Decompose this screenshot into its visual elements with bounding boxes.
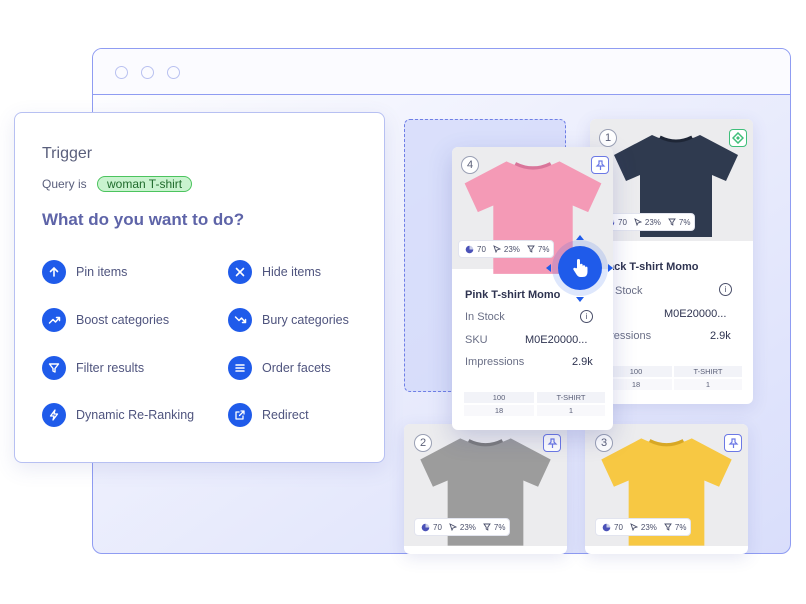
position-badge: 2 bbox=[414, 434, 432, 452]
lightning-icon bbox=[42, 403, 66, 427]
sku-value: M0E20000... bbox=[525, 334, 588, 346]
funnel-icon bbox=[668, 218, 676, 226]
info-icon[interactable]: i bbox=[719, 283, 732, 296]
filter-stat: 7% bbox=[537, 244, 550, 254]
product-card-3[interactable]: 3 70 23% 7% bbox=[585, 424, 748, 554]
sku-label: SKU bbox=[465, 334, 488, 346]
impressions-label: Impressions bbox=[465, 356, 525, 368]
views-stat: 70 bbox=[614, 522, 623, 532]
table-cell: 1 bbox=[674, 379, 742, 390]
cursor-icon bbox=[493, 245, 501, 253]
arrow-down-indicator bbox=[576, 297, 584, 302]
table-cell: T-SHIRT bbox=[537, 392, 605, 403]
action-dynamic-re-ranking[interactable]: Dynamic Re-Ranking bbox=[42, 403, 194, 427]
action-label: Order facets bbox=[262, 361, 331, 375]
views-stat: 70 bbox=[618, 217, 627, 227]
cursor-icon bbox=[630, 523, 638, 531]
views-stat: 70 bbox=[433, 522, 442, 532]
filter-stat: 7% bbox=[674, 522, 687, 532]
clicks-stat: 23% bbox=[644, 217, 661, 227]
arrow-up-indicator bbox=[576, 235, 584, 240]
table-cell: T-SHIRT bbox=[674, 366, 742, 377]
action-boost-categories[interactable]: Boost categories bbox=[42, 308, 169, 332]
product-stats: 70 23% 7% bbox=[599, 213, 695, 231]
funnel-icon bbox=[483, 523, 491, 531]
window-titlebar bbox=[93, 49, 790, 95]
views-stat: 70 bbox=[477, 244, 486, 254]
table-cell: 100 bbox=[464, 392, 534, 403]
funnel-icon bbox=[664, 523, 672, 531]
table-cell: 18 bbox=[464, 405, 534, 416]
list-icon bbox=[228, 356, 252, 380]
pie-chart-icon bbox=[421, 523, 430, 531]
stock-status: In Stock bbox=[465, 311, 505, 323]
trigger-panel: Trigger Query is woman T-shirt What do y… bbox=[14, 112, 385, 463]
product-name: Pink T-shirt Momo bbox=[465, 289, 561, 301]
product-card-1[interactable]: 1 70 23% 7% ack T-shirt Momo Stock M0E20… bbox=[590, 119, 753, 404]
action-pin-items[interactable]: Pin items bbox=[42, 260, 127, 284]
panel-heading: Trigger bbox=[42, 145, 93, 162]
funnel-icon bbox=[527, 245, 535, 253]
action-hide-items[interactable]: Hide items bbox=[228, 260, 321, 284]
query-label: Query is bbox=[42, 177, 87, 191]
cursor-icon bbox=[449, 523, 457, 531]
query-chip[interactable]: woman T-shirt bbox=[97, 176, 193, 192]
window-control-dot[interactable] bbox=[115, 66, 128, 79]
pin-icon[interactable] bbox=[591, 156, 609, 174]
pie-chart-icon bbox=[465, 245, 474, 253]
product-name: ack T-shirt Momo bbox=[608, 261, 699, 273]
product-stats: 70 23% 7% bbox=[414, 518, 510, 536]
drag-handle[interactable] bbox=[558, 246, 602, 290]
arrow-right-indicator bbox=[608, 264, 613, 272]
pie-chart-icon bbox=[602, 523, 611, 531]
pin-icon[interactable] bbox=[543, 434, 561, 452]
filter-stat: 7% bbox=[493, 522, 506, 532]
close-icon bbox=[228, 260, 252, 284]
action-label: Dynamic Re-Ranking bbox=[76, 408, 195, 422]
action-label: Bury categories bbox=[262, 313, 349, 327]
pinned-icon[interactable] bbox=[729, 129, 747, 147]
sku-value: M0E20000... bbox=[664, 308, 727, 320]
position-badge: 4 bbox=[461, 156, 479, 174]
table-cell: 1 bbox=[537, 405, 605, 416]
funnel-icon bbox=[42, 356, 66, 380]
action-question: What do you want to do? bbox=[42, 210, 245, 229]
clicks-stat: 23% bbox=[459, 522, 476, 532]
info-icon[interactable]: i bbox=[580, 310, 593, 323]
stock-status: Stock bbox=[615, 285, 643, 297]
cursor-icon bbox=[634, 218, 642, 226]
action-label: Filter results bbox=[76, 361, 145, 375]
product-card-4-dragging[interactable]: 4 70 23% 7% Pink T-shirt Momo In Stock i… bbox=[452, 147, 613, 430]
arrow-left-indicator bbox=[546, 264, 551, 272]
action-redirect[interactable]: Redirect bbox=[228, 403, 309, 427]
clicks-stat: 23% bbox=[640, 522, 657, 532]
action-label: Boost categories bbox=[76, 313, 170, 327]
product-card-2[interactable]: 2 70 23% 7% bbox=[404, 424, 567, 554]
pin-icon[interactable] bbox=[724, 434, 742, 452]
window-control-dot[interactable] bbox=[167, 66, 180, 79]
action-label: Pin items bbox=[76, 265, 128, 279]
action-order-facets[interactable]: Order facets bbox=[228, 356, 331, 380]
trend-up-icon bbox=[42, 308, 66, 332]
action-label: Redirect bbox=[262, 408, 309, 422]
external-link-icon bbox=[228, 403, 252, 427]
action-filter-results[interactable]: Filter results bbox=[42, 356, 144, 380]
window-control-dot[interactable] bbox=[141, 66, 154, 79]
product-stats: 70 23% 7% bbox=[458, 240, 554, 258]
impressions-value: 2.9k bbox=[710, 330, 731, 342]
arrow-up-icon bbox=[42, 260, 66, 284]
clicks-stat: 23% bbox=[503, 244, 520, 254]
hand-cursor-icon bbox=[573, 259, 588, 277]
product-stats: 70 23% 7% bbox=[595, 518, 691, 536]
action-label: Hide items bbox=[262, 265, 322, 279]
impressions-value: 2.9k bbox=[572, 356, 593, 368]
action-bury-categories[interactable]: Bury categories bbox=[228, 308, 349, 332]
position-badge: 3 bbox=[595, 434, 613, 452]
position-badge: 1 bbox=[599, 129, 617, 147]
trend-down-icon bbox=[228, 308, 252, 332]
filter-stat: 7% bbox=[678, 217, 691, 227]
